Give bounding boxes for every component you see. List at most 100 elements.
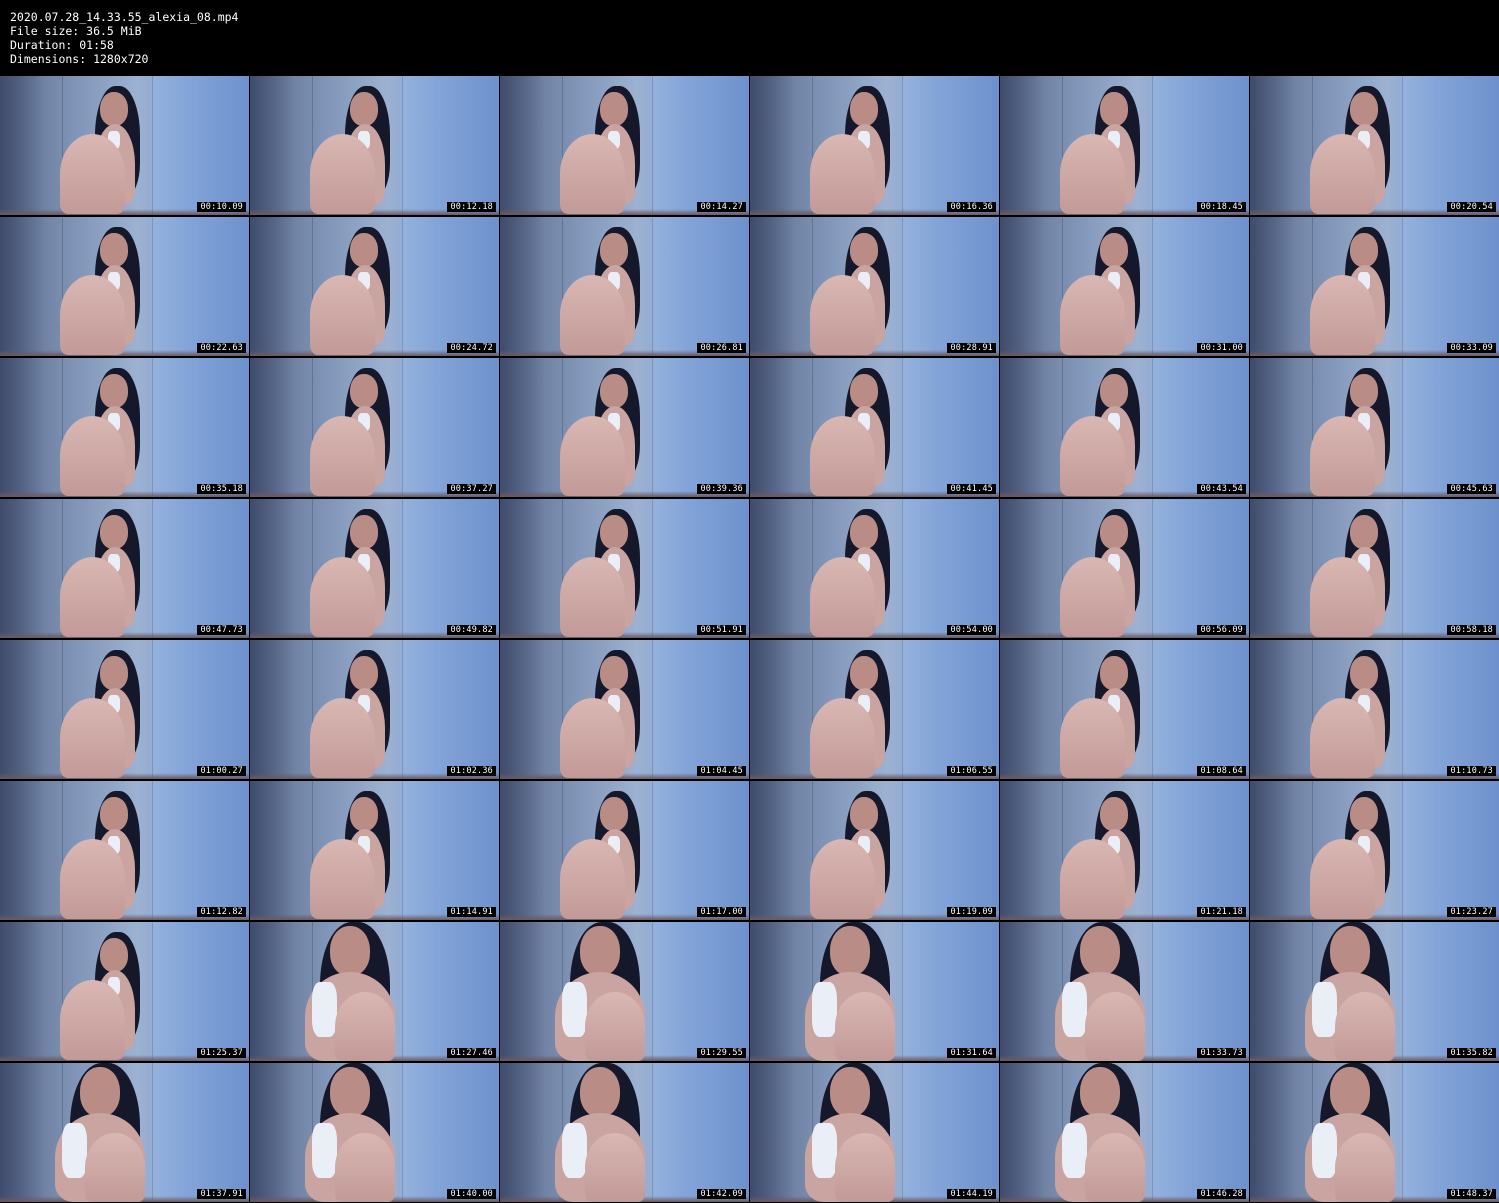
figure-leg: [560, 698, 625, 778]
video-frame-thumbnail[interactable]: 00:16.36: [750, 76, 999, 215]
video-frame-thumbnail[interactable]: 00:22.63: [0, 217, 249, 356]
video-frame-thumbnail[interactable]: 01:27.46: [250, 922, 499, 1061]
video-frame-thumbnail[interactable]: 00:56.09: [1000, 499, 1249, 638]
video-frame-thumbnail[interactable]: 00:37.27: [250, 358, 499, 497]
figure-face: [350, 656, 378, 690]
figure-leg: [1060, 557, 1125, 637]
video-frame-thumbnail[interactable]: 00:24.72: [250, 217, 499, 356]
video-frame-thumbnail[interactable]: 00:49.82: [250, 499, 499, 638]
video-frame-thumbnail[interactable]: 01:02.36: [250, 640, 499, 779]
frame-timestamp: 00:10.09: [197, 202, 246, 212]
figure-face: [1330, 1067, 1370, 1117]
wall-panel-seam: [402, 640, 403, 779]
frame-timestamp: 01:37.91: [197, 1189, 246, 1199]
figure-face: [350, 797, 378, 831]
figure-top: [1062, 1123, 1087, 1178]
wall-panel-seam: [402, 358, 403, 497]
wall-panel-seam: [652, 499, 653, 638]
frame-timestamp: 01:33.73: [1197, 1048, 1246, 1058]
video-frame-thumbnail[interactable]: 00:43.54: [1000, 358, 1249, 497]
video-frame-thumbnail[interactable]: 01:42.09: [500, 1063, 749, 1202]
figure-leg: [560, 839, 625, 919]
video-frame-thumbnail[interactable]: 00:54.00: [750, 499, 999, 638]
video-frame-thumbnail[interactable]: 01:14.91: [250, 781, 499, 920]
video-frame-thumbnail[interactable]: 00:20.54: [1250, 76, 1499, 215]
file-dimensions: Dimensions: 1280x720: [10, 52, 149, 66]
video-frame-thumbnail[interactable]: 00:51.91: [500, 499, 749, 638]
frame-timestamp: 01:48.37: [1447, 1189, 1496, 1199]
frame-timestamp: 00:16.36: [947, 202, 996, 212]
video-frame-thumbnail[interactable]: 00:14.27: [500, 76, 749, 215]
video-frame-thumbnail[interactable]: 00:10.09: [0, 76, 249, 215]
figure-top: [812, 982, 837, 1037]
wall-panel-seam: [652, 781, 653, 920]
figure-face: [1350, 656, 1378, 690]
figure-face: [1330, 926, 1370, 976]
figure-leg: [1310, 839, 1375, 919]
video-frame-thumbnail[interactable]: 00:35.18: [0, 358, 249, 497]
video-frame-thumbnail[interactable]: 00:58.18: [1250, 499, 1499, 638]
wall-panel-seam: [402, 217, 403, 356]
video-frame-thumbnail[interactable]: 01:04.45: [500, 640, 749, 779]
video-frame-thumbnail[interactable]: 01:19.09: [750, 781, 999, 920]
figure-face: [100, 92, 128, 126]
frame-timestamp: 00:22.63: [197, 343, 246, 353]
figure-face: [1080, 926, 1120, 976]
video-frame-thumbnail[interactable]: 01:21.18: [1000, 781, 1249, 920]
video-frame-thumbnail[interactable]: 01:40.00: [250, 1063, 499, 1202]
video-frame-thumbnail[interactable]: 00:26.81: [500, 217, 749, 356]
figure-leg: [1310, 134, 1375, 214]
video-frame-thumbnail[interactable]: 01:31.64: [750, 922, 999, 1061]
figure-leg: [335, 1133, 395, 1202]
video-frame-thumbnail[interactable]: 01:08.64: [1000, 640, 1249, 779]
video-frame-thumbnail[interactable]: 01:44.19: [750, 1063, 999, 1202]
video-frame-thumbnail[interactable]: 01:06.55: [750, 640, 999, 779]
figure-top: [312, 1123, 337, 1178]
video-frame-thumbnail[interactable]: 01:12.82: [0, 781, 249, 920]
figure-leg: [1335, 992, 1395, 1061]
video-frame-thumbnail[interactable]: 01:35.82: [1250, 922, 1499, 1061]
video-frame-thumbnail[interactable]: 01:23.27: [1250, 781, 1499, 920]
figure-top: [812, 1123, 837, 1178]
figure-leg: [810, 416, 875, 496]
wall-panel-seam: [902, 76, 903, 215]
wall-panel-seam: [652, 1063, 653, 1202]
figure-face: [600, 515, 628, 549]
video-frame-thumbnail[interactable]: 00:47.73: [0, 499, 249, 638]
figure-face: [1100, 374, 1128, 408]
wall-panel-seam: [402, 922, 403, 1061]
figure-leg: [310, 134, 375, 214]
video-frame-thumbnail[interactable]: 01:17.00: [500, 781, 749, 920]
frame-timestamp: 01:00.27: [197, 766, 246, 776]
figure-face: [100, 797, 128, 831]
video-frame-thumbnail[interactable]: 00:45.63: [1250, 358, 1499, 497]
frame-timestamp: 01:40.00: [447, 1189, 496, 1199]
frame-timestamp: 01:27.46: [447, 1048, 496, 1058]
video-frame-thumbnail[interactable]: 01:25.37: [0, 922, 249, 1061]
video-frame-thumbnail[interactable]: 00:33.09: [1250, 217, 1499, 356]
video-frame-thumbnail[interactable]: 00:18.45: [1000, 76, 1249, 215]
video-frame-thumbnail[interactable]: 01:33.73: [1000, 922, 1249, 1061]
video-frame-thumbnail[interactable]: 00:39.36: [500, 358, 749, 497]
video-frame-thumbnail[interactable]: 01:46.28: [1000, 1063, 1249, 1202]
video-frame-thumbnail[interactable]: 00:28.91: [750, 217, 999, 356]
figure-face: [850, 374, 878, 408]
figure-face: [1350, 515, 1378, 549]
file-size: File size: 36.5 MiB: [10, 24, 142, 38]
figure-face: [850, 92, 878, 126]
video-frame-thumbnail[interactable]: 01:48.37: [1250, 1063, 1499, 1202]
video-frame-thumbnail[interactable]: 00:12.18: [250, 76, 499, 215]
video-frame-thumbnail[interactable]: 01:29.55: [500, 922, 749, 1061]
video-frame-thumbnail[interactable]: 01:37.91: [0, 1063, 249, 1202]
wall-panel-seam: [152, 640, 153, 779]
video-frame-thumbnail[interactable]: 00:41.45: [750, 358, 999, 497]
wall-panel-seam: [1152, 358, 1153, 497]
video-frame-thumbnail[interactable]: 01:10.73: [1250, 640, 1499, 779]
video-frame-thumbnail[interactable]: 01:00.27: [0, 640, 249, 779]
frame-timestamp: 00:43.54: [1197, 484, 1246, 494]
file-info: 2020.07.28_14.33.55_alexia_08.mp4 File si…: [10, 10, 238, 66]
video-frame-thumbnail[interactable]: 00:31.00: [1000, 217, 1249, 356]
wall-panel-seam: [402, 781, 403, 920]
figure-top: [1312, 982, 1337, 1037]
frame-timestamp: 01:31.64: [947, 1048, 996, 1058]
